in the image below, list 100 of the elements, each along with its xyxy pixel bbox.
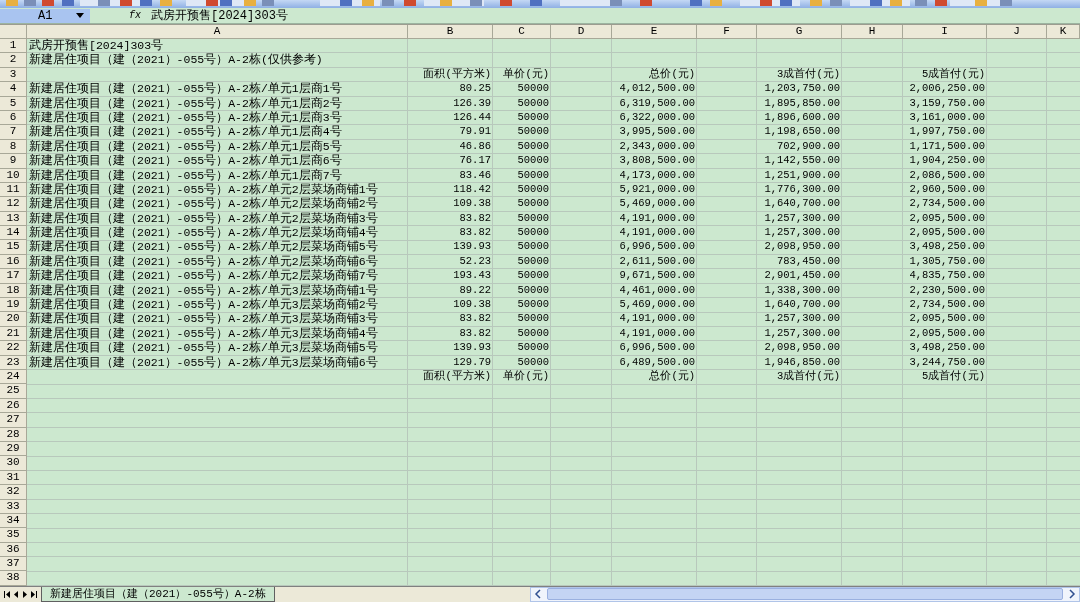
table-cell: 1,338,300.00 bbox=[764, 283, 840, 297]
name-box[interactable]: A1 bbox=[0, 8, 90, 23]
table-cell: 109.38 bbox=[453, 298, 491, 312]
table-cell: 109.38 bbox=[453, 197, 491, 211]
table-cell: 1,257,300.00 bbox=[764, 326, 840, 340]
row-header[interactable]: 37 bbox=[0, 557, 27, 572]
table-cell: 5成首付(元) bbox=[922, 67, 985, 81]
table-cell: 76.17 bbox=[459, 154, 491, 168]
table-cell: 2,611,500.00 bbox=[619, 254, 695, 268]
table-cell: 3,498,250.00 bbox=[909, 341, 985, 355]
table-cell: 4,173,000.00 bbox=[619, 168, 695, 182]
column-header[interactable]: F bbox=[697, 25, 757, 39]
table-cell: 1,904,250.00 bbox=[909, 154, 985, 168]
function-button[interactable]: fx bbox=[129, 10, 141, 21]
table-cell: 50000 bbox=[517, 269, 549, 283]
table-cell: 面积(平方米) bbox=[423, 370, 491, 383]
table-cell: 2,901,450.00 bbox=[764, 269, 840, 283]
table-cell: 新建居住项目（建（2021）-055号）A-2栋/单元2层菜场商铺4号 bbox=[29, 226, 378, 240]
row-header[interactable]: 25 bbox=[0, 384, 27, 399]
row-header[interactable]: 38 bbox=[0, 571, 27, 586]
row-header[interactable]: 9 bbox=[0, 154, 27, 169]
table-cell: 4,012,500.00 bbox=[619, 82, 695, 96]
table-cell: 3,244,750.00 bbox=[909, 355, 985, 369]
scroll-right-icon[interactable] bbox=[1067, 588, 1077, 601]
caret-icon bbox=[76, 13, 84, 18]
table-cell: 50000 bbox=[517, 82, 549, 96]
table-cell: 新建居住项目（建（2021）-055号）A-2栋/单元1层商5号 bbox=[29, 139, 342, 153]
table-cell: 50000 bbox=[517, 312, 549, 326]
table-cell: 新建居住项目（建（2021）-055号）A-2栋(仅供参考) bbox=[29, 53, 323, 67]
row-header[interactable]: 2 bbox=[0, 53, 27, 68]
table-cell: 1,776,300.00 bbox=[764, 182, 840, 196]
column-header[interactable]: H bbox=[842, 25, 903, 39]
row-header[interactable]: 30 bbox=[0, 456, 27, 471]
table-cell: 新建居住项目（建（2021）-055号）A-2栋/单元3层菜场商铺5号 bbox=[29, 341, 378, 355]
table-cell: 新建居住项目（建（2021）-055号）A-2栋/单元3层菜场商铺6号 bbox=[29, 355, 378, 369]
next-icon[interactable] bbox=[22, 590, 28, 598]
table-cell: 1,171,500.00 bbox=[909, 139, 985, 153]
scroll-thumb[interactable] bbox=[546, 588, 1063, 601]
row-header[interactable]: 27 bbox=[0, 413, 27, 428]
table-cell: 1,640,700.00 bbox=[764, 197, 840, 211]
column-header[interactable]: A bbox=[27, 25, 408, 39]
table-cell: 1,257,300.00 bbox=[764, 226, 840, 240]
first-icon[interactable] bbox=[4, 590, 10, 598]
table-cell: 50000 bbox=[517, 211, 549, 225]
table-cell: 6,996,500.00 bbox=[619, 341, 695, 355]
table-cell: 79.91 bbox=[459, 125, 491, 139]
row-header[interactable]: 20 bbox=[0, 312, 27, 327]
table-cell: 6,319,500.00 bbox=[619, 96, 695, 110]
sheet-tab[interactable]: 新建居住项目（建（2021）-055号）A-2栋 bbox=[41, 586, 275, 602]
row-header[interactable]: 19 bbox=[0, 298, 27, 313]
table-cell: 702,900.00 bbox=[777, 139, 840, 153]
table-cell: 1,142,550.00 bbox=[764, 154, 840, 168]
column-header[interactable]: K bbox=[1047, 25, 1080, 39]
table-cell: 新建居住项目（建（2021）-055号）A-2栋/单元2层菜场商铺1号 bbox=[29, 182, 378, 196]
row-header[interactable]: 15 bbox=[0, 240, 27, 255]
scroll-left-icon[interactable] bbox=[532, 588, 543, 601]
table-cell: 新建居住项目（建（2021）-055号）A-2栋/单元1层商7号 bbox=[29, 168, 342, 182]
row-header[interactable]: 14 bbox=[0, 226, 27, 241]
table-cell: 5,469,000.00 bbox=[619, 197, 695, 211]
table-cell: 新建居住项目（建（2021）-055号）A-2栋/单元3层菜场商铺4号 bbox=[29, 326, 378, 340]
column-header[interactable]: E bbox=[612, 25, 697, 39]
table-cell: 83.82 bbox=[459, 326, 491, 340]
column-header[interactable]: G bbox=[757, 25, 842, 39]
table-cell: 新建居住项目（建（2021）-055号）A-2栋/单元1层商1号 bbox=[29, 82, 342, 96]
table-cell: 80.25 bbox=[459, 82, 491, 96]
row-header[interactable]: 17 bbox=[0, 269, 27, 284]
column-header[interactable]: D bbox=[551, 25, 612, 39]
table-cell: 50000 bbox=[517, 197, 549, 211]
table-cell: 2,095,500.00 bbox=[909, 211, 985, 225]
table-cell: 2,006,250.00 bbox=[909, 82, 985, 96]
column-header[interactable]: B bbox=[408, 25, 493, 39]
table-cell: 50000 bbox=[517, 326, 549, 340]
row-header[interactable]: 12 bbox=[0, 197, 27, 212]
row-header[interactable]: 32 bbox=[0, 485, 27, 500]
table-cell: 2,095,500.00 bbox=[909, 326, 985, 340]
column-header[interactable]: C bbox=[493, 25, 551, 39]
row-header[interactable]: 35 bbox=[0, 528, 27, 543]
table-cell: 52.23 bbox=[459, 254, 491, 268]
table-cell: 83.82 bbox=[459, 312, 491, 326]
table-cell: 139.93 bbox=[453, 341, 491, 355]
table-cell: 83.82 bbox=[459, 211, 491, 225]
table-cell: 2,734,500.00 bbox=[909, 197, 985, 211]
last-icon[interactable] bbox=[31, 590, 37, 598]
table-cell: 50000 bbox=[517, 154, 549, 168]
row-header[interactable]: 7 bbox=[0, 125, 27, 140]
previous-icon[interactable] bbox=[13, 590, 19, 598]
horizontal-scrollbar[interactable] bbox=[529, 586, 1080, 602]
table-cell: 3,161,000.00 bbox=[909, 110, 985, 124]
table-cell: 3,808,500.00 bbox=[619, 154, 695, 168]
table-cell: 126.44 bbox=[453, 110, 491, 124]
row-header[interactable]: 4 bbox=[0, 82, 27, 97]
row-header[interactable]: 22 bbox=[0, 341, 27, 356]
table-cell: 1,946,850.00 bbox=[764, 355, 840, 369]
table-cell: 3,159,750.00 bbox=[909, 96, 985, 110]
row-header[interactable]: 1 bbox=[0, 39, 27, 54]
formula-field[interactable]: 武房开预售[2024]303号 bbox=[151, 7, 288, 24]
column-header[interactable]: J bbox=[987, 25, 1047, 39]
table-cell: 3成首付(元) bbox=[777, 370, 840, 383]
table-cell: 50000 bbox=[517, 240, 549, 254]
column-header[interactable]: I bbox=[903, 25, 987, 39]
